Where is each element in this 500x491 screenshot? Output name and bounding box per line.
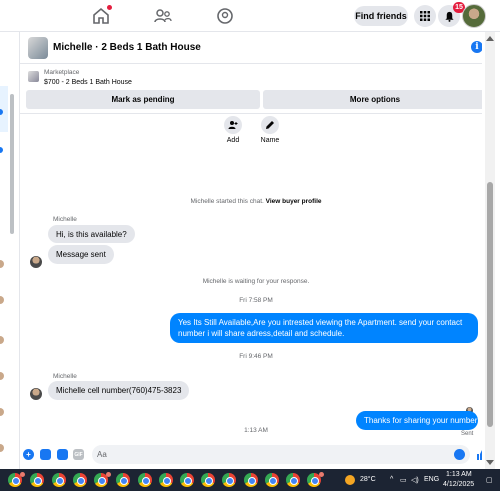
- timestamp: Fri 9:46 PM: [239, 353, 273, 360]
- home-notification-dot: [107, 5, 112, 10]
- message-input[interactable]: Aa: [92, 445, 470, 464]
- network-icon[interactable]: ▭: [400, 476, 407, 484]
- photo-icon[interactable]: [40, 449, 51, 460]
- chrome-icon[interactable]: [222, 473, 236, 487]
- timestamp: Fri 7:58 PM: [239, 297, 273, 304]
- volume-icon[interactable]: ◁): [411, 476, 419, 484]
- sender-avatar[interactable]: [30, 256, 42, 268]
- waiting-notice: Michelle is waiting for your response.: [202, 278, 310, 285]
- sender-name: Michelle: [53, 373, 77, 380]
- listing-thumbnail[interactable]: [28, 71, 39, 82]
- plus-icon[interactable]: +: [23, 449, 34, 460]
- scrollbar-thumb[interactable]: [487, 182, 493, 427]
- chrome-icon[interactable]: [116, 473, 130, 487]
- temperature[interactable]: 28°C: [360, 476, 376, 483]
- taskbar-badge: [106, 472, 111, 477]
- add-user-icon: [228, 121, 238, 129]
- scroll-up-arrow-icon[interactable]: [486, 36, 494, 41]
- listing-price-title[interactable]: $700 - 2 Beds 1 Bath House: [44, 79, 132, 86]
- chrome-icon[interactable]: [286, 473, 300, 487]
- find-friends-button[interactable]: Find friends: [354, 6, 408, 26]
- view-buyer-profile-link[interactable]: View buyer profile: [266, 198, 322, 205]
- more-options-button[interactable]: More options: [263, 90, 487, 109]
- weather-icon[interactable]: [345, 475, 355, 485]
- notifications-button[interactable]: 15: [438, 2, 465, 27]
- chrome-icon[interactable]: [52, 473, 66, 487]
- grid-menu-icon: [420, 11, 430, 21]
- menu-button[interactable]: [414, 5, 436, 27]
- add-shortcut[interactable]: Add: [218, 116, 248, 144]
- incoming-message[interactable]: Message sent: [48, 245, 114, 264]
- chat-list-avatar[interactable]: [0, 336, 4, 344]
- scroll-down-arrow-icon[interactable]: [486, 460, 494, 465]
- taskbar-badge: [319, 472, 324, 477]
- chrome-icon[interactable]: [244, 473, 258, 487]
- bell-icon: [444, 11, 454, 22]
- system-tray-chevron-icon[interactable]: ^: [390, 476, 393, 483]
- chrome-icon[interactable]: [73, 473, 87, 487]
- clock-time[interactable]: 1:13 AM: [446, 471, 472, 478]
- chat-list-scrollbar[interactable]: [10, 94, 14, 234]
- message-thread: Add Name Michelle started this chat. Vie…: [20, 116, 492, 439]
- chat-list-avatar[interactable]: [0, 444, 4, 452]
- emoji-icon[interactable]: [454, 449, 465, 460]
- unread-dot: [0, 147, 3, 153]
- page-scrollbar[interactable]: [482, 32, 500, 469]
- language-indicator[interactable]: ENG: [424, 476, 439, 483]
- name-shortcut[interactable]: Name: [255, 116, 285, 144]
- friends-icon[interactable]: [153, 6, 173, 26]
- chat-list-avatar[interactable]: [0, 296, 4, 304]
- incoming-message[interactable]: Hi, is this available?: [48, 225, 135, 243]
- groups-icon[interactable]: [215, 6, 235, 26]
- chrome-icon[interactable]: [201, 473, 215, 487]
- sticker-icon[interactable]: [57, 449, 68, 460]
- pencil-icon: [266, 121, 274, 129]
- sender-avatar[interactable]: [30, 388, 42, 400]
- gif-icon[interactable]: GIF: [73, 449, 84, 460]
- name-shortcut-label: Name: [260, 137, 280, 144]
- chat-list-strip: [0, 32, 20, 469]
- listing-avatar[interactable]: [28, 37, 48, 59]
- chat-list-avatar[interactable]: [0, 372, 4, 380]
- taskbar-badge: [20, 472, 25, 477]
- chat-panel: Michelle · 2 Beds 1 Bath House i Marketp…: [20, 32, 492, 469]
- chat-header: Michelle · 2 Beds 1 Bath House i: [20, 32, 492, 64]
- taskbar: 28°C ^ ▭ ◁) ENG 1:13 AM 4/12/2025 ▢: [0, 469, 500, 491]
- sender-name: Michelle: [53, 216, 77, 223]
- message-input-placeholder: Aa: [97, 450, 107, 459]
- outgoing-message[interactable]: Thanks for sharing your number: [356, 411, 478, 430]
- listing-category: Marketplace: [44, 69, 80, 76]
- sent-status: Sent: [461, 431, 474, 437]
- compose-bar: + GIF Aa: [20, 439, 492, 469]
- clock-date[interactable]: 4/12/2025: [443, 481, 474, 488]
- chrome-icon[interactable]: [138, 473, 152, 487]
- home-icon[interactable]: [91, 5, 112, 26]
- chat-list-avatar[interactable]: [0, 408, 4, 416]
- incoming-message[interactable]: Michelle cell number(760)475-3823: [48, 381, 190, 400]
- outgoing-message[interactable]: Yes Its Still Available,Are you intreste…: [170, 313, 478, 343]
- chrome-icon[interactable]: [265, 473, 279, 487]
- profile-avatar[interactable]: [462, 4, 486, 28]
- chat-started-notice: Michelle started this chat. View buyer p…: [20, 198, 492, 205]
- chrome-icon[interactable]: [30, 473, 44, 487]
- notification-center-icon[interactable]: ▢: [486, 476, 493, 484]
- add-shortcut-label: Add: [226, 137, 240, 144]
- chat-list-avatar[interactable]: [0, 260, 4, 268]
- chrome-icon[interactable]: [180, 473, 194, 487]
- top-navigation: Find friends 15: [0, 0, 500, 32]
- mark-as-pending-button[interactable]: Mark as pending: [26, 90, 260, 109]
- chrome-icon[interactable]: [159, 473, 173, 487]
- chat-title[interactable]: Michelle · 2 Beds 1 Bath House: [53, 42, 201, 53]
- chat-started-text: Michelle started this chat.: [190, 198, 264, 205]
